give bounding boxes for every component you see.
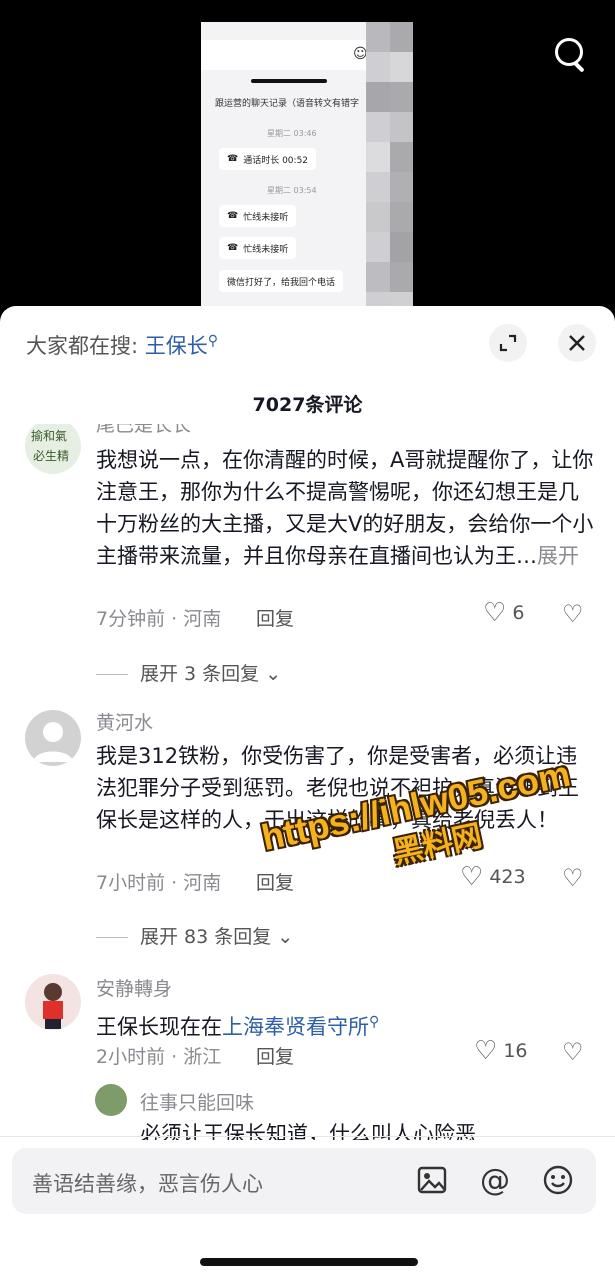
comment-meta: 7小时前 · 河南 bbox=[96, 872, 222, 894]
avatar[interactable] bbox=[25, 710, 81, 766]
close-button[interactable] bbox=[558, 324, 596, 362]
dislike-icon[interactable]: ♡ bbox=[562, 864, 584, 892]
search-icon: ⚲ bbox=[207, 333, 219, 349]
comment-username[interactable]: 黄河水 bbox=[96, 708, 153, 735]
avatar[interactable]: 揄和氣 必生精 bbox=[25, 424, 81, 474]
heart-icon: ♡ bbox=[460, 862, 484, 892]
dislike-icon[interactable]: ♡ bbox=[562, 600, 584, 628]
comment-input[interactable]: 善语结善缘，恶言伤人心 @ bbox=[12, 1148, 596, 1214]
phone-icon: ☎ bbox=[227, 243, 239, 253]
comment-list[interactable]: 揄和氣必生精 尾巴是长长 我想说一点，在你清醒的时候，A哥就提醒你了，让你注意王… bbox=[0, 424, 615, 1140]
hot-search-keyword[interactable]: 王保长 bbox=[145, 334, 208, 358]
phone-icon: ☎ bbox=[227, 211, 239, 221]
comment-username[interactable]: 往事只能回味 bbox=[140, 1088, 254, 1115]
reply-button[interactable]: 回复 bbox=[256, 868, 294, 895]
phone-icon: ☎ bbox=[227, 154, 239, 164]
chat-bubble: ☎ 忙线未接听 bbox=[219, 205, 297, 227]
reply-button[interactable]: 回复 bbox=[256, 1042, 294, 1069]
home-indicator bbox=[251, 79, 327, 83]
comment-meta: 7分钟前 · 河南 bbox=[96, 608, 222, 630]
chevron-down-icon: ⌄ bbox=[259, 663, 282, 685]
heart-icon: ♡ bbox=[474, 1036, 498, 1066]
location-link[interactable]: 上海奉贤看守所 bbox=[222, 1015, 369, 1039]
avatar[interactable] bbox=[95, 1084, 127, 1116]
hot-search-label: 大家都在搜: bbox=[26, 334, 139, 358]
home-indicator bbox=[200, 1258, 418, 1266]
search-icon[interactable] bbox=[553, 36, 589, 73]
svg-text:必生精: 必生精 bbox=[33, 449, 69, 463]
chat-timestamp: 星期二 03:46 bbox=[267, 129, 317, 138]
avatar[interactable] bbox=[25, 974, 81, 1030]
comment-count: 7027条评论 bbox=[252, 394, 363, 416]
mosaic-blur bbox=[366, 22, 413, 322]
comment-username[interactable]: 尾巴是长长 bbox=[96, 424, 191, 437]
heart-icon: ♡ bbox=[483, 598, 507, 628]
chat-bubble: 微信打好了，给我回个电话 bbox=[219, 270, 344, 292]
expand-replies-button[interactable]: 展开 83 条回复 ⌄ bbox=[96, 922, 293, 949]
video-frame-screenshot: ☺ 跟运营的聊天记录（语音转文有错字 星期二 03:46 ☎ 通话时长 00:52… bbox=[201, 22, 413, 322]
chat-bubble: ☎ 通话时长 00:52 bbox=[219, 148, 317, 170]
comment-text: 我是312铁粉，你受伤害了，你是受害者，必须让违法犯罪分子受到惩罚。老倪也说不袒… bbox=[96, 744, 579, 832]
expand-icon[interactable] bbox=[489, 324, 527, 362]
image-icon[interactable] bbox=[414, 1162, 450, 1198]
like-button[interactable]: ♡ 423 bbox=[460, 864, 526, 890]
like-button[interactable]: ♡ 6 bbox=[483, 600, 524, 626]
chat-title: 跟运营的聊天记录（语音转文有错字 bbox=[215, 99, 360, 109]
at-mention-icon[interactable]: @ bbox=[477, 1162, 513, 1198]
expand-replies-button[interactable]: 展开 3 条回复 ⌄ bbox=[96, 659, 281, 686]
comment-username[interactable]: 安静轉身 bbox=[96, 974, 172, 1001]
expand-text-link[interactable]: 展开 bbox=[537, 544, 579, 568]
comment-input-placeholder: 善语结善缘，恶言伤人心 bbox=[32, 1172, 263, 1196]
emoji-icon[interactable] bbox=[540, 1162, 576, 1198]
chat-bubble: ☎ 忙线未接听 bbox=[219, 237, 297, 259]
like-button[interactable]: ♡ 16 bbox=[474, 1038, 528, 1064]
reply-button[interactable]: 回复 bbox=[256, 604, 294, 631]
search-icon: ⚲ bbox=[369, 1014, 380, 1030]
dislike-icon[interactable]: ♡ bbox=[562, 1038, 584, 1066]
comment-panel: 大家都在搜: 王保长⚲ 7027条评论 揄和氣 必生精 尾巴是长长 我想说一点，在… bbox=[0, 306, 615, 1280]
svg-text:揄和氣: 揄和氣 bbox=[31, 429, 67, 443]
close-icon bbox=[569, 335, 585, 351]
chat-timestamp: 星期二 03:54 bbox=[267, 186, 317, 195]
chevron-down-icon: ⌄ bbox=[271, 926, 294, 948]
divider bbox=[0, 1136, 615, 1137]
hot-search[interactable]: 大家都在搜: 王保长⚲ bbox=[26, 330, 218, 360]
comment-meta: 2小时前 · 浙江 bbox=[96, 1046, 222, 1068]
video-area[interactable]: ☺ 跟运营的聊天记录（语音转文有错字 星期二 03:46 ☎ 通话时长 00:52… bbox=[0, 0, 615, 330]
comment-text: 我想说一点，在你清醒的时候，A哥就提醒你了，让你注意王，那你为什么不提高警惕呢，… bbox=[96, 448, 594, 568]
